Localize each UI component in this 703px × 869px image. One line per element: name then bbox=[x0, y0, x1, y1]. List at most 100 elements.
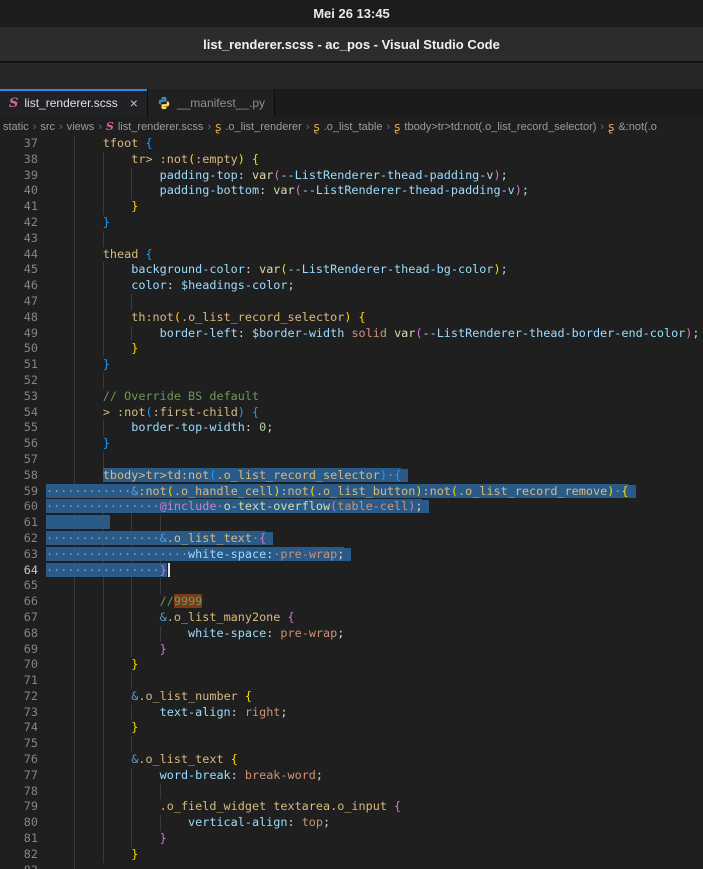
code-line[interactable]: 74 } bbox=[0, 720, 703, 736]
code-line[interactable]: 82 } bbox=[0, 847, 703, 863]
tab-list_renderer.scss[interactable]: Slist_renderer.scss× bbox=[0, 89, 148, 117]
code-line-content[interactable]: ············&:not(.o_handle_cell):not(.o… bbox=[38, 484, 703, 500]
code-line[interactable]: 53 // Override BS default bbox=[0, 389, 703, 405]
code-line-content[interactable]: ················@include·o-text-overflow… bbox=[38, 499, 703, 515]
code-editor[interactable]: 37 tfoot {38 tr> :not(:empty) {39 paddin… bbox=[0, 136, 703, 869]
breadcrumb-item[interactable]: src bbox=[40, 121, 55, 133]
breadcrumb-item[interactable]: ʂ.o_list_renderer bbox=[215, 121, 302, 133]
line-number[interactable]: 80 bbox=[0, 815, 38, 831]
code-line[interactable]: 77 word-break: break-word; bbox=[0, 768, 703, 784]
code-line[interactable]: 70 } bbox=[0, 657, 703, 673]
line-number[interactable]: 44 bbox=[0, 247, 38, 263]
breadcrumb-item[interactable]: ʂ.o_list_table bbox=[313, 121, 382, 133]
code-line[interactable]: 73 text-align: right; bbox=[0, 705, 703, 721]
line-number[interactable]: 38 bbox=[0, 152, 38, 168]
code-line[interactable]: 80 vertical-align: top; bbox=[0, 815, 703, 831]
code-line-content[interactable]: background-color: var(--ListRenderer-the… bbox=[38, 262, 703, 278]
line-number[interactable]: 48 bbox=[0, 310, 38, 326]
line-number[interactable]: 60 bbox=[0, 499, 38, 515]
line-number[interactable]: 70 bbox=[0, 657, 38, 673]
line-number[interactable]: 68 bbox=[0, 626, 38, 642]
code-line-content[interactable]: tbody>tr>td:not(.o_list_record_selector)… bbox=[38, 468, 703, 484]
line-number[interactable]: 54 bbox=[0, 405, 38, 421]
code-line-content[interactable] bbox=[38, 863, 703, 869]
line-number[interactable]: 77 bbox=[0, 768, 38, 784]
line-number[interactable]: 49 bbox=[0, 326, 38, 342]
code-line[interactable]: 72 &.o_list_number { bbox=[0, 689, 703, 705]
code-line-content[interactable] bbox=[38, 452, 703, 468]
code-line[interactable]: 76 &.o_list_text { bbox=[0, 752, 703, 768]
code-line-content[interactable]: } bbox=[38, 847, 703, 863]
code-line[interactable]: 81 } bbox=[0, 831, 703, 847]
code-line-content[interactable] bbox=[38, 784, 703, 800]
code-line[interactable]: 37 tfoot { bbox=[0, 136, 703, 152]
code-line[interactable]: 61 bbox=[0, 515, 703, 531]
code-line[interactable]: 69 } bbox=[0, 642, 703, 658]
code-line[interactable]: 44 thead { bbox=[0, 247, 703, 263]
code-line-content[interactable]: padding-bottom: var(--ListRenderer-thead… bbox=[38, 183, 703, 199]
code-line[interactable]: 64················} bbox=[0, 563, 703, 579]
code-line-content[interactable] bbox=[38, 231, 703, 247]
code-line[interactable]: 55 border-top-width: 0; bbox=[0, 420, 703, 436]
code-line-content[interactable] bbox=[38, 578, 703, 594]
code-line[interactable]: 79 .o_field_widget textarea.o_input { bbox=[0, 799, 703, 815]
line-number[interactable]: 79 bbox=[0, 799, 38, 815]
code-line[interactable]: 58 tbody>tr>td:not(.o_list_record_select… bbox=[0, 468, 703, 484]
line-number[interactable]: 72 bbox=[0, 689, 38, 705]
code-line[interactable]: 49 border-left: $border-width solid var(… bbox=[0, 326, 703, 342]
code-line[interactable]: 46 color: $headings-color; bbox=[0, 278, 703, 294]
line-number[interactable]: 47 bbox=[0, 294, 38, 310]
line-number[interactable]: 76 bbox=[0, 752, 38, 768]
code-line[interactable]: 68 white-space: pre-wrap; bbox=[0, 626, 703, 642]
line-number[interactable]: 51 bbox=[0, 357, 38, 373]
code-line-content[interactable]: // Override BS default bbox=[38, 389, 703, 405]
code-line-content[interactable]: ················&.o_list_text·{ bbox=[38, 531, 703, 547]
code-line-content[interactable]: tfoot { bbox=[38, 136, 703, 152]
code-line[interactable]: 71 bbox=[0, 673, 703, 689]
code-line-content[interactable]: } bbox=[38, 341, 703, 357]
system-clock[interactable]: Mei 26 13:45 bbox=[313, 6, 390, 21]
code-line-content[interactable]: } bbox=[38, 831, 703, 847]
line-number[interactable]: 65 bbox=[0, 578, 38, 594]
code-line[interactable]: 47 bbox=[0, 294, 703, 310]
code-line[interactable]: 51 } bbox=[0, 357, 703, 373]
line-number[interactable]: 42 bbox=[0, 215, 38, 231]
code-line[interactable]: 65 bbox=[0, 578, 703, 594]
code-line[interactable]: 67 &.o_list_many2one { bbox=[0, 610, 703, 626]
line-number[interactable]: 53 bbox=[0, 389, 38, 405]
code-line[interactable]: 59············&:not(.o_handle_cell):not(… bbox=[0, 484, 703, 500]
code-line[interactable]: 42 } bbox=[0, 215, 703, 231]
code-line[interactable]: 38 tr> :not(:empty) { bbox=[0, 152, 703, 168]
line-number[interactable]: 71 bbox=[0, 673, 38, 689]
code-line-content[interactable]: ················} bbox=[38, 563, 703, 579]
code-line-content[interactable] bbox=[38, 673, 703, 689]
line-number[interactable]: 39 bbox=[0, 168, 38, 184]
line-number[interactable]: 64 bbox=[0, 563, 38, 579]
code-line-content[interactable]: thead { bbox=[38, 247, 703, 263]
line-number[interactable]: 75 bbox=[0, 736, 38, 752]
code-line[interactable]: 40 padding-bottom: var(--ListRenderer-th… bbox=[0, 183, 703, 199]
code-line[interactable]: 45 background-color: var(--ListRenderer-… bbox=[0, 262, 703, 278]
window-title-bar[interactable]: list_renderer.scss - ac_pos - Visual Stu… bbox=[0, 27, 703, 63]
code-line-content[interactable]: } bbox=[38, 215, 703, 231]
code-line-content[interactable] bbox=[38, 736, 703, 752]
line-number[interactable]: 46 bbox=[0, 278, 38, 294]
code-line-content[interactable]: &.o_list_number { bbox=[38, 689, 703, 705]
line-number[interactable]: 78 bbox=[0, 784, 38, 800]
line-number[interactable]: 82 bbox=[0, 847, 38, 863]
line-number[interactable]: 62 bbox=[0, 531, 38, 547]
line-number[interactable]: 83 bbox=[0, 863, 38, 869]
code-line[interactable]: 48 th:not(.o_list_record_selector) { bbox=[0, 310, 703, 326]
line-number[interactable]: 61 bbox=[0, 515, 38, 531]
code-line-content[interactable] bbox=[38, 294, 703, 310]
code-line-content[interactable]: white-space: pre-wrap; bbox=[38, 626, 703, 642]
close-tab-button[interactable]: × bbox=[130, 96, 138, 110]
code-line-content[interactable] bbox=[38, 373, 703, 389]
code-line-content[interactable]: &.o_list_many2one { bbox=[38, 610, 703, 626]
line-number[interactable]: 52 bbox=[0, 373, 38, 389]
line-number[interactable]: 37 bbox=[0, 136, 38, 152]
line-number[interactable]: 73 bbox=[0, 705, 38, 721]
code-line[interactable]: 66 //9999 bbox=[0, 594, 703, 610]
code-line-content[interactable]: > :not(:first-child) { bbox=[38, 405, 703, 421]
code-line-content[interactable]: th:not(.o_list_record_selector) { bbox=[38, 310, 703, 326]
